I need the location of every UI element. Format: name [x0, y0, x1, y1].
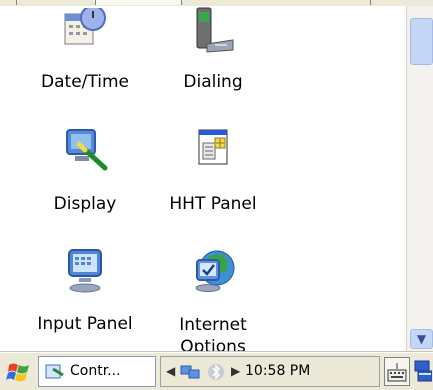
network-icon[interactable] — [179, 362, 201, 382]
display-monitor-icon — [66, 129, 108, 171]
item-label: Date/Time — [41, 72, 129, 92]
taskbar: Contr... ◀ ▶ 10:58 PM — [0, 352, 433, 390]
item-label: HHT Panel — [169, 194, 257, 214]
scrollbar-thumb[interactable] — [410, 18, 433, 65]
clock-calendar-icon — [64, 8, 106, 45]
toolbar-divider — [16, 0, 17, 5]
keyboard-icon — [387, 363, 407, 382]
item-label: Display — [53, 194, 117, 214]
item-input-panel[interactable]: Input Panel — [20, 246, 150, 346]
internet-options-icon — [195, 250, 235, 292]
show-desktop-icon[interactable] — [414, 359, 432, 385]
windows-start-icon[interactable] — [6, 359, 32, 385]
task-button-label: Contr... — [70, 363, 121, 379]
phone-modem-icon — [196, 7, 234, 53]
item-label: Internet Options — [179, 315, 247, 351]
item-internet-options[interactable]: Internet Options — [148, 246, 278, 351]
item-hht-panel[interactable]: HHT Panel — [148, 126, 278, 226]
bluetooth-icon[interactable] — [207, 362, 225, 382]
scroll-down-button[interactable]: ▼ — [410, 329, 433, 349]
item-display[interactable]: Display — [20, 126, 150, 226]
hht-panel-icon — [198, 129, 228, 165]
item-label: Dialing — [183, 72, 243, 92]
control-panel-view: Date/Time Dialing Display HHT Panel Inpu… — [0, 6, 406, 351]
item-dialing[interactable]: Dialing — [148, 6, 278, 106]
tray-right-arrow-icon[interactable]: ▶ — [231, 364, 240, 378]
toolbar-divider — [370, 0, 371, 5]
control-panel-icon — [45, 364, 64, 379]
item-date-time[interactable]: Date/Time — [20, 6, 150, 106]
tray-left-arrow-icon[interactable]: ◀ — [166, 364, 175, 378]
task-button-control-panel[interactable]: Contr... — [38, 356, 156, 387]
item-label: Input Panel — [37, 314, 133, 334]
input-panel-toggle[interactable] — [384, 357, 410, 386]
vertical-scrollbar[interactable]: ▼ — [406, 6, 433, 351]
clock[interactable]: 10:58 PM — [245, 363, 310, 379]
notification-tray: ◀ ▶ 10:58 PM — [160, 356, 380, 387]
address-field-edge[interactable] — [95, 0, 182, 5]
input-panel-icon — [68, 249, 102, 293]
